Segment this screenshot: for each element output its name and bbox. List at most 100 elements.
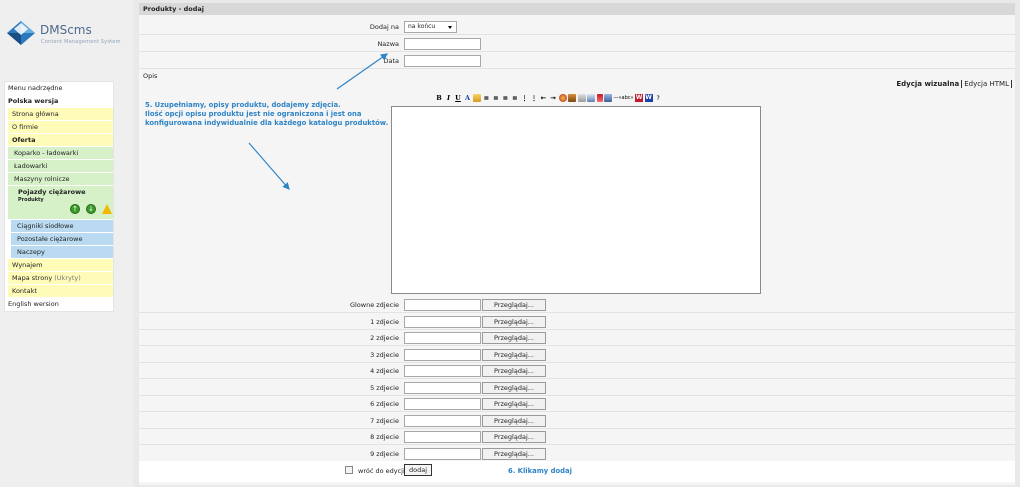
sidebar-item-menu-nadrzedne[interactable]: Menu nadrzędne [5,82,113,95]
browse-button[interactable]: Przeglądaj... [482,414,546,427]
horizontal-rule-text-icon[interactable]: —»abc» [614,94,634,102]
return-to-edit-checkbox[interactable] [345,466,353,474]
sidebar-item-koparko-ladowarki[interactable]: Koparko - ładowarki [8,147,113,160]
tab-html-edit[interactable]: Edycja HTML [962,80,1012,88]
form-row-data: Data [139,53,1015,69]
editor-toolbar: B I U A ≡ ≡ ≡ ≡ ⋮ ⋮ ⇤ ⇥ —»abc» W W ? [435,93,662,103]
sidebar-item-english-version[interactable]: English wersion [5,298,113,311]
return-to-edit-label: wróć do edycji [358,467,405,475]
date-input[interactable] [404,55,481,67]
browse-button[interactable]: Przeglądaj... [482,315,546,328]
browse-button[interactable]: Przeglądaj... [482,447,546,460]
image-row: 9 zdjecie Przeglądaj... [139,446,1015,462]
browse-button[interactable]: Przeglądaj... [482,398,546,410]
outdent-icon[interactable]: ⇤ [540,94,548,102]
sidebar-item-actions: ↑ ↓ [70,204,112,214]
image-row-label: 9 zdjecie [370,449,399,458]
grid-icon[interactable] [604,94,612,102]
position-select-value: na końcu [408,23,436,30]
sidebar-item-polska-wersja[interactable]: Polska wersja [5,95,113,108]
sidebar-item-strona-glowna[interactable]: Strona główna [8,108,113,121]
image-row-label: 2 zdjecie [370,334,399,342]
form-row-nazwa: Nazwa [139,36,1015,52]
align-right-icon[interactable]: ≡ [502,94,510,102]
sidebar-item-pozostale-ciezarowe[interactable]: Pozostałe ciężarowe [11,233,113,246]
tab-visual-edit[interactable]: Edycja wizualna [894,80,963,88]
data-label: Data [383,57,399,65]
add-button[interactable]: dodaj [404,464,433,476]
word-clean-icon[interactable]: W [644,94,653,102]
sidebar-item-kontakt[interactable]: Kontakt [8,285,113,298]
image-file-input[interactable] [404,315,481,328]
chevron-down-icon [448,26,452,29]
browse-button[interactable]: Przeglądaj... [482,381,546,394]
page-title: Produkty - dodaj [139,3,1015,15]
image-row: 7 zdjecie Przeglądaj... [139,413,1015,429]
sidebar: DMScms Content Management System Menu na… [0,0,133,487]
logo-tagline: Content Management System [41,39,121,45]
ordered-list-icon[interactable]: ⋮ [521,94,529,102]
browse-button[interactable]: Przeglądaj... [482,348,546,361]
image-file-input[interactable] [404,447,481,460]
sidebar-item-mapa-strony[interactable]: Mapa strony (Ukryty) [8,272,113,285]
sidebar-item-sublabel[interactable]: Produkty [18,197,113,203]
sidebar-item-ciagniki-siodlowe[interactable]: Ciągniki siodłowe [11,220,113,233]
image-file-input[interactable] [404,348,481,361]
up-arrow-icon[interactable]: ↑ [70,204,80,214]
sidebar-item-maszyny-rolnicze[interactable]: Maszyny rolnicze [8,173,113,186]
logo: DMScms Content Management System [6,20,128,50]
sidebar-item-pojazdy-ciezarowe[interactable]: Pojazdy ciężarowe Produkty ↑ ↓ [8,186,113,220]
image-row: 2 zdjecie Przeglądaj... [139,330,1015,346]
underline-button[interactable]: U [454,94,462,102]
align-center-icon[interactable]: ≡ [492,94,500,102]
indent-icon[interactable]: ⇥ [549,94,557,102]
image-file-input[interactable] [404,414,481,427]
sidebar-menu: Menu nadrzędne Polska wersja Strona głów… [4,81,114,312]
help-icon[interactable]: ? [654,94,662,102]
annotation-line: Ilość opcji opisu produktu jest nie ogra… [145,110,362,118]
annotation-line: 5. Uzupełniamy, opisy produktu, dodajemy… [145,101,341,109]
page-icon[interactable] [577,94,586,102]
image-file-input[interactable] [404,398,481,410]
table-plus-icon[interactable] [596,94,603,102]
unordered-list-icon[interactable]: ⋮ [530,94,538,102]
name-input[interactable] [404,38,481,50]
image-row-label: 6 zdjecie [370,400,399,408]
image-icon[interactable] [568,94,576,102]
annotation-step-6: 6. Klikamy dodaj [508,467,572,475]
browse-button[interactable]: Przeglądaj... [482,332,546,344]
form-footer: wróć do edycji dodaj 6. Klikamy dodaj [139,461,1015,482]
image-file-input[interactable] [404,431,481,443]
dmscms-logo-icon [7,21,35,45]
browse-button[interactable]: Przeglądaj... [482,365,546,377]
word-paste-icon[interactable]: W [635,94,644,102]
image-file-input[interactable] [404,365,481,377]
position-select[interactable]: na końcu [404,21,457,33]
font-color-button[interactable]: A [464,94,472,102]
image-file-input[interactable] [404,332,481,344]
image-row: 5 zdjecie Przeglądaj... [139,380,1015,396]
table-insert-icon[interactable] [587,94,595,102]
down-arrow-icon[interactable]: ↓ [86,204,96,214]
sidebar-item-o-firmie[interactable]: O firmie [8,121,113,134]
image-row-label: 8 zdjecie [370,433,399,441]
main-panel: Produkty - dodaj Dodaj na na końcu Nazwa… [139,3,1015,485]
annotation-line: konfigurowana indywidualnie dla każdego … [145,119,389,127]
highlight-icon[interactable] [473,94,481,102]
warning-icon[interactable] [102,204,112,214]
description-editor[interactable] [391,106,761,294]
image-file-input[interactable] [404,381,481,394]
logo-brand: DMScms [40,23,92,37]
align-justify-icon[interactable]: ≡ [511,94,519,102]
browse-button[interactable]: Przeglądaj... [482,299,546,311]
align-left-icon[interactable]: ≡ [483,94,491,102]
italic-button[interactable]: I [445,94,453,102]
sidebar-item-oferta[interactable]: Oferta [8,134,113,147]
link-globe-icon[interactable] [558,94,567,102]
browse-button[interactable]: Przeglądaj... [482,431,546,443]
sidebar-item-naczepy[interactable]: Naczepy [11,246,113,259]
bold-button[interactable]: B [435,94,443,102]
image-file-input[interactable] [404,299,481,311]
sidebar-item-wynajem[interactable]: Wynajem [8,259,113,272]
sidebar-item-ladowarki[interactable]: Ładowarki [8,160,113,173]
